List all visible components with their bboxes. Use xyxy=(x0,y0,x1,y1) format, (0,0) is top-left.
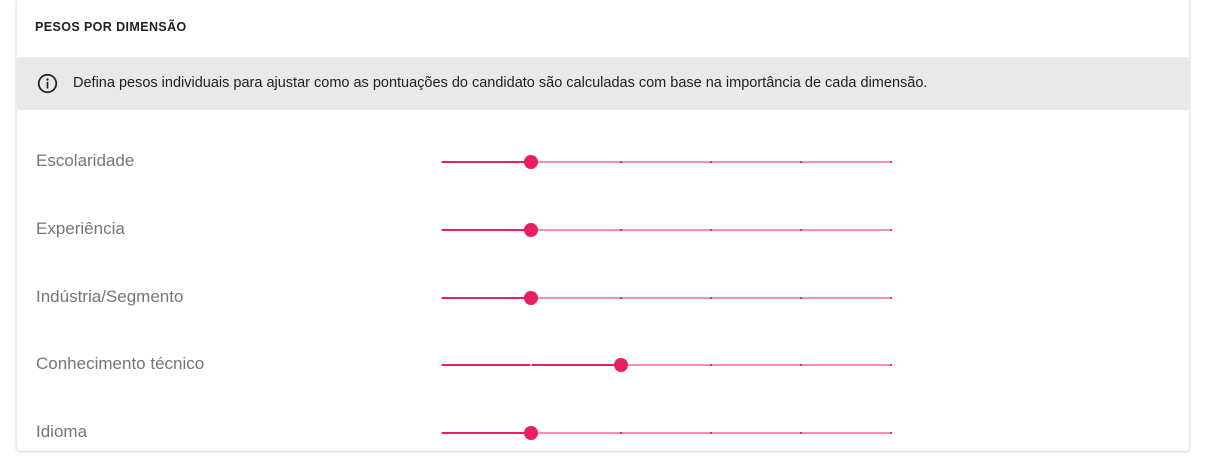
dimension-row-conhecimento-tecnico: Conhecimento técnico xyxy=(17,353,1190,393)
slider-tick-mark xyxy=(440,161,442,163)
slider-tick-mark xyxy=(890,432,892,434)
weight-slider-experiencia[interactable] xyxy=(440,218,892,240)
slider-tick-mark xyxy=(890,229,892,231)
slider-tick-mark xyxy=(440,364,442,366)
slider-tick-mark xyxy=(530,364,532,366)
dimension-row-experiencia: Experiência xyxy=(17,218,1190,258)
slider-tick-mark xyxy=(710,364,712,366)
slider-tick-mark xyxy=(710,297,712,299)
dimension-label: Experiência xyxy=(36,219,125,238)
slider-tick-mark xyxy=(440,229,442,231)
slider-graphic xyxy=(440,291,892,305)
info-text: Defina pesos individuais para ajustar co… xyxy=(73,75,928,91)
slider-tick-mark xyxy=(890,297,892,299)
slider-thumb[interactable] xyxy=(614,358,628,372)
slider-graphic xyxy=(440,223,892,237)
slider-graphic xyxy=(440,426,892,440)
slider-tick-mark xyxy=(800,364,802,366)
slider-tick-mark xyxy=(890,161,892,163)
dimension-label: Conhecimento técnico xyxy=(36,354,205,373)
slider-thumb[interactable] xyxy=(524,155,538,169)
slider-tick-mark xyxy=(800,161,802,163)
slider-tick-mark xyxy=(890,364,892,366)
dimension-row-idioma: Idioma xyxy=(17,421,1190,461)
slider-tick-mark xyxy=(800,432,802,434)
weight-slider-conhecimento-tecnico[interactable] xyxy=(440,353,892,375)
dimension-label: Indústria/Segmento xyxy=(36,287,184,306)
slider-tick-mark xyxy=(710,432,712,434)
slider-tick-mark xyxy=(710,229,712,231)
slider-graphic xyxy=(440,155,892,169)
slider-thumb[interactable] xyxy=(524,223,538,237)
slider-graphic xyxy=(440,358,892,372)
slider-tick-mark xyxy=(620,297,622,299)
slider-tick-mark xyxy=(800,297,802,299)
slider-tick-mark xyxy=(620,229,622,231)
slider-tick-mark xyxy=(710,161,712,163)
section-title: PESOS POR DIMENSÃO xyxy=(35,20,187,34)
weight-slider-industria-segmento[interactable] xyxy=(440,286,892,308)
weight-slider-escolaridade[interactable] xyxy=(440,150,892,172)
dimension-label: Idioma xyxy=(36,422,88,441)
slider-tick-mark xyxy=(440,432,442,434)
slider-tick-mark xyxy=(620,432,622,434)
dimension-row-industria-segmento: Indústria/Segmento xyxy=(17,286,1190,326)
dimension-weights-card: PESOS POR DIMENSÃO Defina pesos individu… xyxy=(16,0,1190,451)
slider-tick-mark xyxy=(440,297,442,299)
info-banner: Defina pesos individuais para ajustar co… xyxy=(17,57,1190,110)
weight-slider-idioma[interactable] xyxy=(440,421,892,443)
dimension-row-escolaridade: Escolaridade xyxy=(17,150,1190,190)
slider-thumb[interactable] xyxy=(524,426,538,440)
info-circle-icon xyxy=(37,73,58,94)
dimension-label: Escolaridade xyxy=(36,151,135,170)
slider-thumb[interactable] xyxy=(524,291,538,305)
slider-tick-mark xyxy=(620,161,622,163)
slider-tick-mark xyxy=(800,229,802,231)
